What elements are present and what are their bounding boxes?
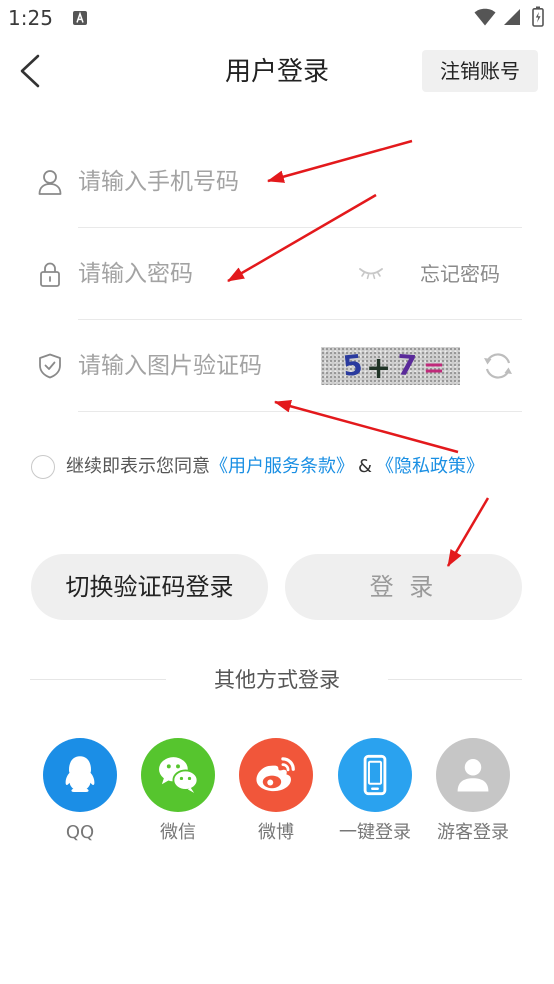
wechat-icon bbox=[159, 757, 199, 793]
agreement-checkbox[interactable] bbox=[31, 455, 55, 479]
annotation-arrow-captcha bbox=[273, 400, 459, 454]
lock-icon bbox=[40, 262, 60, 287]
divider bbox=[78, 227, 522, 228]
captcha-char: 5 bbox=[341, 348, 365, 383]
divider bbox=[78, 411, 522, 412]
wechat-login-option[interactable]: 微信 bbox=[128, 738, 228, 848]
password-input[interactable] bbox=[78, 256, 348, 292]
qq-login-option[interactable]: QQ bbox=[30, 738, 130, 848]
privacy-link[interactable]: 《隐私政策》 bbox=[376, 456, 484, 477]
refresh-icon[interactable] bbox=[481, 349, 515, 383]
other-login-heading: 其他方式登录 bbox=[214, 668, 340, 692]
weibo-label: 微博 bbox=[258, 822, 294, 843]
divider-right bbox=[388, 679, 522, 680]
cell-signal-icon bbox=[504, 9, 520, 25]
divider bbox=[78, 319, 522, 320]
captcha-char: 7 bbox=[395, 348, 418, 383]
eye-closed-icon[interactable] bbox=[358, 266, 384, 280]
wifi-icon bbox=[474, 8, 496, 26]
wechat-label: 微信 bbox=[160, 822, 196, 843]
one-click-login-button[interactable] bbox=[338, 738, 412, 812]
wechat-login-button[interactable] bbox=[141, 738, 215, 812]
weibo-login-button[interactable] bbox=[239, 738, 313, 812]
battery-charging-icon bbox=[532, 6, 544, 27]
shield-check-icon bbox=[39, 353, 61, 379]
agreement-prefix: 继续即表示您同意 bbox=[66, 456, 210, 477]
one-click-login-option[interactable]: 一键登录 bbox=[325, 738, 425, 848]
forgot-password-link[interactable]: 忘记密码 bbox=[420, 260, 500, 288]
weibo-icon bbox=[256, 757, 295, 792]
user-icon bbox=[38, 170, 62, 195]
guest-login-option[interactable]: 游客登录 bbox=[423, 738, 523, 848]
weibo-login-option[interactable]: 微博 bbox=[226, 738, 326, 848]
guest-login-label: 游客登录 bbox=[437, 822, 509, 843]
captcha-input[interactable] bbox=[78, 348, 314, 384]
switch-to-sms-login-button[interactable]: 切换验证码登录 bbox=[31, 554, 268, 620]
captcha-char: = bbox=[423, 353, 445, 383]
a-notification-icon bbox=[73, 11, 87, 25]
qq-penguin-icon bbox=[65, 756, 95, 793]
captcha-char: + bbox=[366, 351, 392, 385]
one-click-login-label: 一键登录 bbox=[339, 822, 411, 843]
agreement-text: 继续即表示您同意《用户服务条款》 & 《隐私政策》 bbox=[66, 455, 484, 479]
terms-link[interactable]: 《用户服务条款》 bbox=[210, 456, 354, 477]
login-button[interactable]: 登 录 bbox=[285, 554, 522, 620]
status-time: 1:25 bbox=[8, 6, 53, 30]
qq-login-button[interactable] bbox=[43, 738, 117, 812]
phone-input[interactable] bbox=[78, 164, 518, 200]
divider-left bbox=[30, 679, 166, 680]
qq-label: QQ bbox=[65, 822, 95, 843]
agreement-separator: & bbox=[358, 456, 373, 477]
guest-login-button[interactable] bbox=[436, 738, 510, 812]
captcha-image[interactable]: 5 + 7 = bbox=[321, 347, 460, 385]
guest-person-icon bbox=[457, 759, 489, 792]
mobile-phone-icon bbox=[363, 754, 387, 796]
deregister-account-button[interactable]: 注销账号 bbox=[422, 50, 538, 92]
